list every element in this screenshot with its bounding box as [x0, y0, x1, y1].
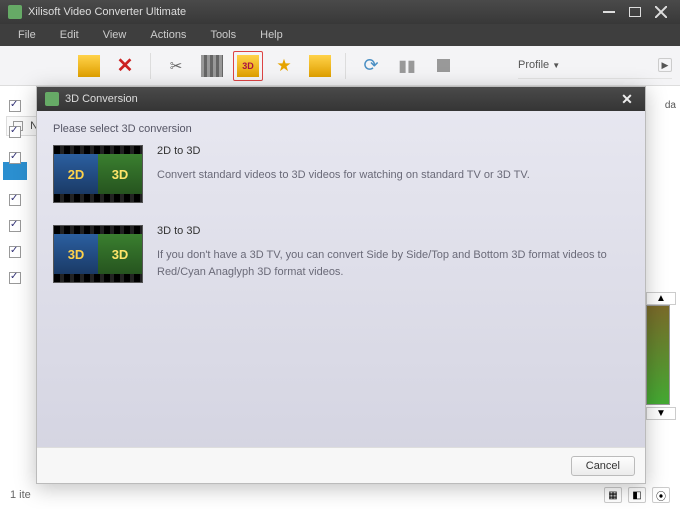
option-2d-to-3d[interactable]: 2D 3D 2D to 3D Convert standard videos t… [53, 145, 629, 203]
dialog-footer: Cancel [37, 447, 645, 483]
dialog-body: Please select 3D conversion 2D 3D 2D to … [37, 111, 645, 447]
dialog-prompt: Please select 3D conversion [53, 123, 629, 135]
thumb-right-label: 3D [112, 167, 129, 182]
dialog-close-button[interactable]: ✕ [617, 91, 637, 107]
option-3d-to-3d[interactable]: 3D 3D 3D to 3D If you don't have a 3D TV… [53, 225, 629, 283]
option-description: Convert standard videos to 3D videos for… [157, 167, 629, 184]
thumb-left-label: 2D [68, 167, 85, 182]
option-description: If you don't have a 3D TV, you can conve… [157, 247, 629, 280]
option-thumb-3d-to-3d: 3D 3D [53, 225, 143, 283]
cancel-button[interactable]: Cancel [571, 456, 635, 476]
option-title: 2D to 3D [157, 145, 629, 157]
thumb-right-label: 3D [112, 247, 129, 262]
three-d-conversion-dialog: 3D Conversion ✕ Please select 3D convers… [36, 86, 646, 484]
dialog-title-bar: 3D Conversion ✕ [37, 87, 645, 111]
option-title: 3D to 3D [157, 225, 629, 237]
dialog-logo-icon [45, 92, 59, 106]
modal-backdrop: 3D Conversion ✕ Please select 3D convers… [0, 0, 680, 509]
dialog-title: 3D Conversion [65, 93, 138, 105]
option-thumb-2d-to-3d: 2D 3D [53, 145, 143, 203]
thumb-left-label: 3D [68, 247, 85, 262]
